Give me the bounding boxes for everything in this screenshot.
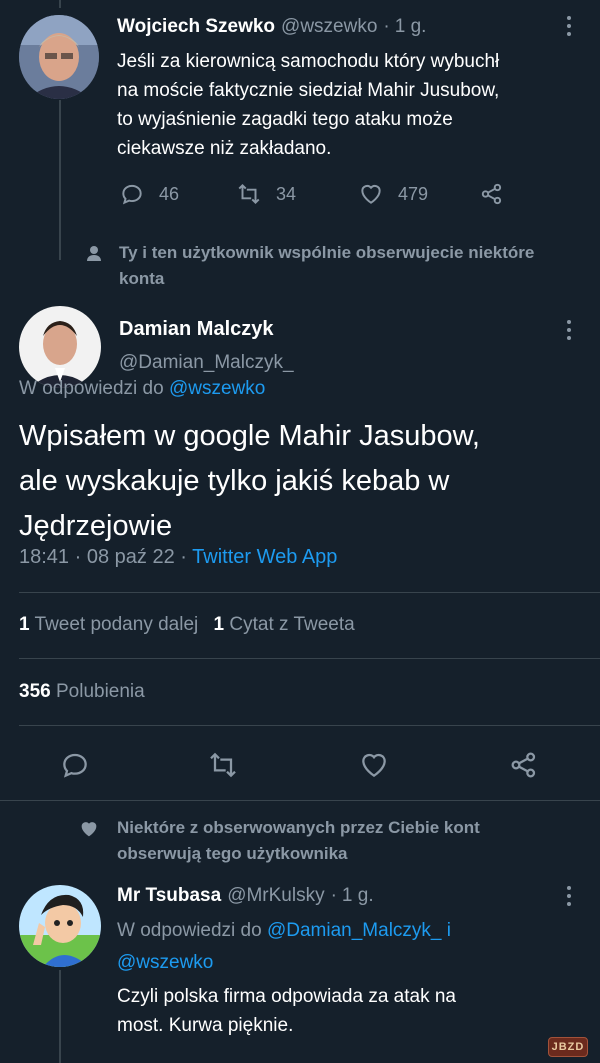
tweet3-header: Mr Tsubasa @MrKulsky · 1 g. (117, 885, 374, 907)
tweet3-separator: · (330, 885, 337, 906)
tweet1-text-line: Jeśli za kierownicą samochodu który wybu… (117, 51, 500, 72)
main-stats-retweets-row: 1 Tweet podany dalej 1 Cytat z Tweeta (19, 614, 355, 636)
tweet3-reply-and: i (446, 920, 452, 941)
main-like-button[interactable] (358, 749, 390, 786)
social-context-2-text: Niektóre z obserwowanych przez Ciebie ko… (117, 815, 480, 867)
avatar-mr-tsubasa-image (19, 885, 101, 967)
main-more-vertical-icon[interactable] (559, 318, 579, 342)
tweet1-author-name[interactable]: Wojciech Szewko (117, 16, 275, 38)
tweet3-reply-prefix: W odpowiedzi do (117, 920, 262, 941)
heart-icon (362, 753, 386, 778)
divider (0, 800, 600, 801)
main-share-button[interactable] (508, 749, 540, 786)
main-like-label: Polubienia (55, 681, 145, 702)
divider (19, 725, 600, 726)
avatar-damian[interactable] (19, 306, 101, 388)
main-tweet-text: Wpisałem w google Mahir Jasubow, ale wys… (19, 414, 589, 549)
main-dot: · (180, 546, 187, 568)
main-quotes-link[interactable]: 1 Cytat z Tweeta (214, 614, 355, 635)
social-context-1-line: konta (119, 269, 165, 288)
tweet1-reply-button[interactable]: 46 (119, 181, 179, 207)
main-quote-label: Cytat z Tweeta (229, 614, 355, 635)
tweet1-time[interactable]: 1 g. (395, 16, 427, 38)
main-likes-link[interactable]: 356 Polubienia (19, 681, 145, 703)
tweet1-text: Jeśli za kierownicą samochodu który wybu… (117, 47, 587, 163)
social-context-2 (78, 818, 100, 845)
tweet1-share-button[interactable] (479, 181, 519, 207)
avatar-damian-image (19, 306, 101, 388)
main-dot: · (74, 546, 82, 568)
social-context-2-line: Niektóre z obserwowanych przez Ciebie ko… (117, 818, 480, 837)
tweet1-more-vertical-icon[interactable] (559, 14, 579, 38)
main-text-line: ale wyskakuje tylko jakiś kebab w (19, 465, 450, 497)
tweet3-reply-context: W odpowiedzi do @Damian_Malczyk_ i @wsze… (117, 915, 587, 979)
reply-icon (63, 753, 87, 778)
main-reply-context: W odpowiedzi do @wszewko (19, 378, 265, 400)
retweet-icon (238, 183, 260, 205)
main-date[interactable]: 08 paź 22 (87, 546, 175, 568)
tweet1-separator: · (383, 16, 390, 37)
tweet3-time[interactable]: 1 g. (342, 885, 374, 907)
main-quote-count: 1 (213, 614, 225, 635)
social-context-1-line: Ty i ten użytkownik wspólnie obserwujeci… (119, 243, 535, 262)
main-reply-to-link[interactable]: @wszewko (169, 378, 265, 399)
social-context-2-line: obserwują tego użytkownika (117, 844, 348, 863)
tweet1-text-line: to wyjaśnienie zagadki tego ataku może (117, 109, 453, 130)
share-icon (481, 183, 502, 205)
tweet1-like-count: 479 (398, 183, 429, 204)
tweet3-author-name[interactable]: Mr Tsubasa (117, 885, 221, 907)
thread-line-top (59, 0, 61, 8)
main-like-count: 356 (19, 681, 51, 702)
tweet3-more-vertical-icon[interactable] (559, 884, 579, 908)
tweet1-handle[interactable]: @wszewko (281, 16, 377, 38)
main-author-name[interactable]: Damian Malczyk (119, 318, 274, 341)
tweet3-text-line: Czyli polska firma odpowiada za atak na (117, 986, 457, 1007)
tweet3-reply-to-link-1[interactable]: @Damian_Malczyk_ (267, 920, 442, 941)
tweet1-text-line: ciekawsze niż zakładano. (117, 138, 332, 159)
tweet3-text: Czyli polska firma odpowiada za atak na … (117, 982, 587, 1040)
avatar-wojciech[interactable] (19, 15, 99, 99)
tweet1-header: Wojciech Szewko @wszewko · 1 g. (117, 16, 426, 38)
thread-line-bottom (59, 970, 61, 1063)
divider (19, 592, 600, 593)
divider (19, 658, 600, 659)
main-reply-prefix: W odpowiedzi do (19, 378, 164, 399)
thread-line-1 (59, 100, 61, 260)
tweet1-text-line: na moście faktycznie siedział Mahir Jusu… (117, 80, 500, 101)
main-handle[interactable]: @Damian_Malczyk_ (119, 352, 294, 374)
main-retweet-count: 1 (19, 614, 30, 635)
tweet1-like-button[interactable]: 479 (358, 181, 428, 207)
tweet3-handle[interactable]: @MrKulsky (227, 885, 324, 907)
tweet1-retweet-count: 34 (276, 183, 297, 204)
tweet3-reply-to-link-2[interactable]: @wszewko (117, 952, 213, 973)
jbzd-watermark-logo: JBZD (548, 1037, 588, 1057)
main-retweets-link[interactable]: 1 Tweet podany dalej (19, 614, 198, 635)
reply-icon (122, 184, 142, 205)
share-icon (511, 752, 536, 778)
main-text-line: Jędrzejowie (19, 510, 173, 542)
person-icon (87, 246, 101, 261)
tweet3-text-line: most. Kurwa pięknie. (117, 1015, 294, 1036)
avatar-wojciech-image (19, 15, 99, 99)
main-time[interactable]: 18:41 (19, 546, 69, 568)
main-retweet-label: Tweet podany dalej (34, 614, 199, 635)
main-text-line: Wpisałem w google Mahir Jasubow, (19, 420, 480, 452)
retweet-icon (210, 752, 236, 778)
social-context-1-text: Ty i ten użytkownik wspólnie obserwujeci… (119, 240, 600, 292)
main-source-link[interactable]: Twitter Web App (192, 546, 337, 568)
heart-filled-icon (81, 822, 97, 837)
avatar-mr-tsubasa[interactable] (19, 885, 101, 967)
tweet1-reply-count: 46 (159, 183, 180, 204)
watermark-text: JBZD (551, 1041, 585, 1053)
tweet1-retweet-button[interactable]: 34 (236, 181, 296, 207)
heart-icon (361, 184, 381, 204)
main-timestamp-row: 18:41 · 08 paź 22 · Twitter Web App (19, 546, 337, 569)
main-reply-button[interactable] (59, 749, 91, 786)
main-retweet-button[interactable] (207, 749, 239, 786)
